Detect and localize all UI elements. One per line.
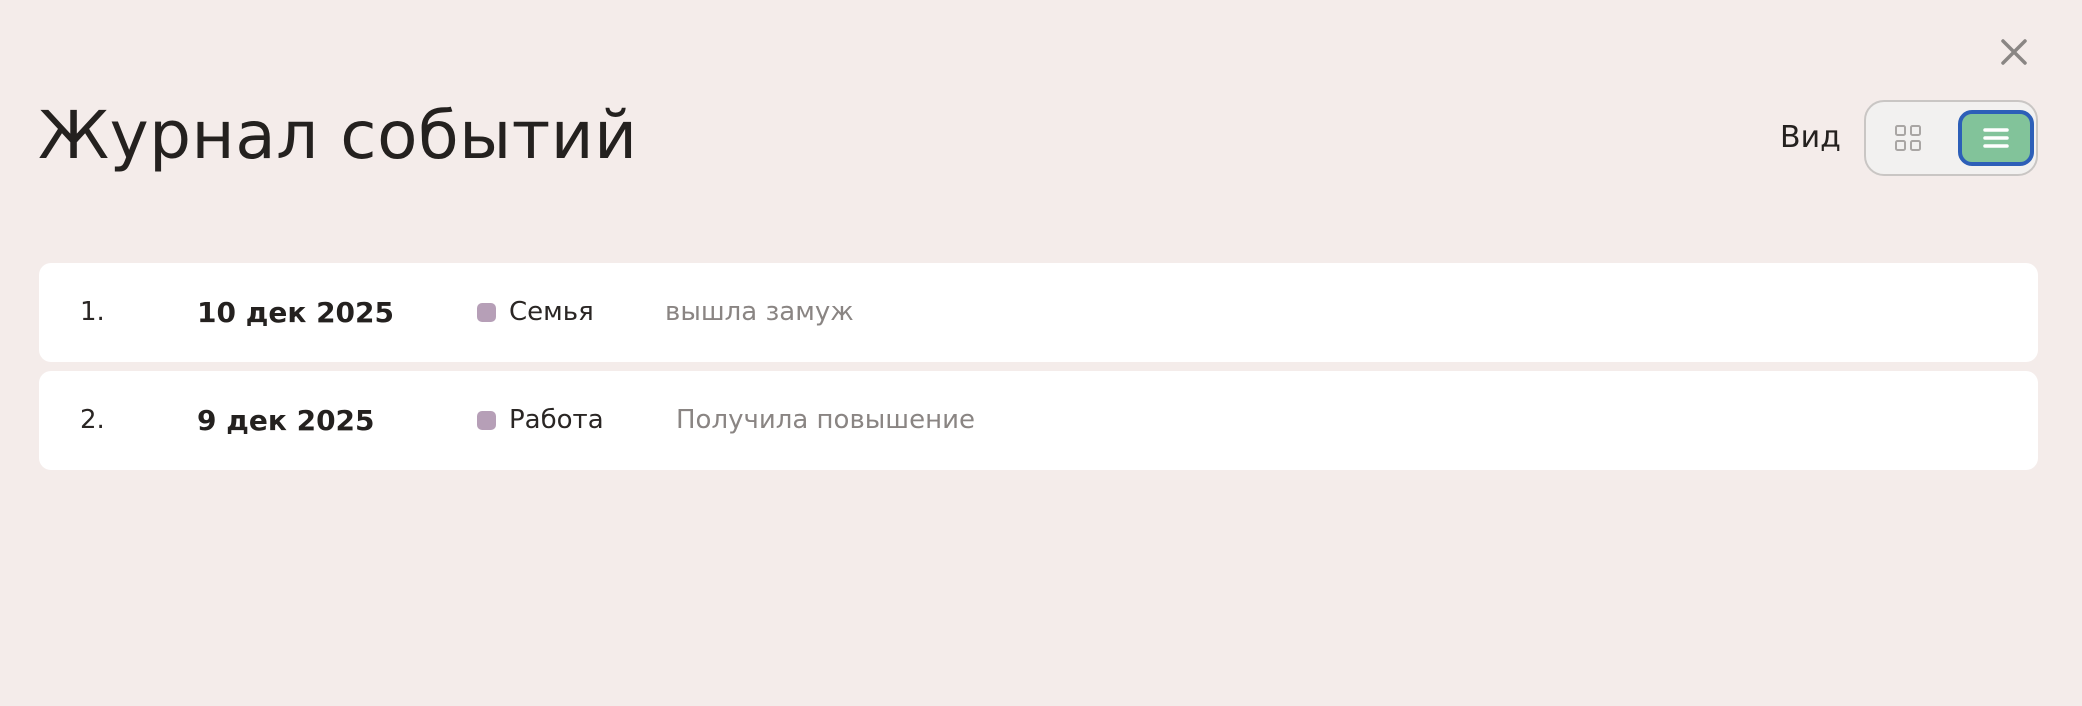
event-number: 2. — [80, 405, 105, 435]
category-dot-icon — [477, 411, 496, 430]
event-date: 9 дек 2025 — [197, 404, 375, 437]
close-icon — [2001, 39, 2027, 65]
category-dot-icon — [477, 303, 496, 322]
event-description: вышла замуж — [665, 297, 854, 327]
event-category: Семья — [509, 297, 594, 327]
view-switcher — [1864, 100, 2038, 176]
event-row[interactable]: 2. 9 дек 2025 Работа Получила повышение — [39, 371, 2038, 470]
event-date: 10 дек 2025 — [197, 296, 394, 329]
grid-icon — [1895, 125, 1921, 151]
page-title: Журнал событий — [38, 97, 638, 174]
events-list: 1. 10 дек 2025 Семья вышла замуж 2. 9 де… — [39, 263, 2038, 479]
close-button[interactable] — [1996, 34, 2032, 70]
event-category: Работа — [509, 405, 604, 435]
event-row[interactable]: 1. 10 дек 2025 Семья вышла замуж — [39, 263, 2038, 362]
grid-view-button[interactable] — [1872, 112, 1944, 164]
list-icon — [1983, 128, 2009, 148]
event-number: 1. — [80, 297, 105, 327]
list-view-button[interactable] — [1958, 110, 2034, 166]
view-label: Вид — [1780, 120, 1841, 155]
event-description: Получила повышение — [676, 405, 975, 435]
